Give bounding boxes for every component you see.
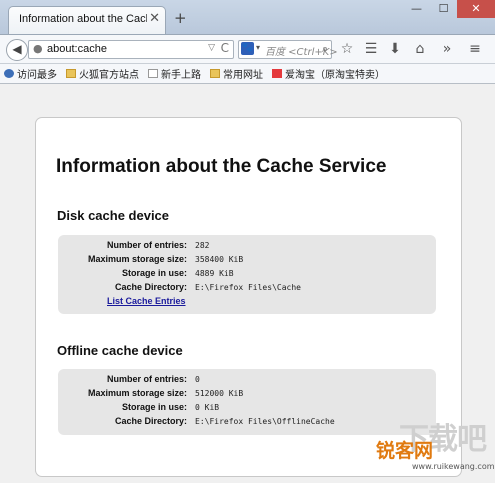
title-bar: Information about the Cache Servi ✕ + — … [0, 0, 495, 34]
info-key: Cache Directory: [114, 282, 187, 292]
info-value: E:\Firefox Files\Cache [195, 283, 301, 292]
tab-cache-info[interactable]: Information about the Cache Servi ✕ [8, 6, 166, 34]
info-key: Maximum storage size: [87, 388, 187, 398]
taobao-icon [272, 69, 282, 78]
tab-title: Information about the Cache Servi [19, 13, 147, 25]
minimize-button[interactable]: — [403, 0, 430, 18]
info-row: Cache Directory: E:\Firefox Files\Cache [58, 282, 436, 295]
home-icon[interactable]: ⌂ [411, 41, 429, 57]
info-value: E:\Firefox Files\OfflineCache [195, 417, 335, 426]
download-icon[interactable]: ⬇ [386, 41, 404, 57]
page-title: Information about the Cache Service [56, 156, 387, 177]
info-value: 0 [195, 375, 200, 384]
close-window-button[interactable]: ✕ [457, 0, 495, 18]
info-value: 4889 KiB [195, 269, 234, 278]
info-row: Number of entries: 0 [58, 374, 436, 387]
info-value: 358400 KiB [195, 255, 244, 264]
info-key: Number of entries: [106, 240, 187, 250]
info-key: Storage in use: [121, 268, 187, 278]
bookmark-most-visited[interactable]: 访问最多 [4, 66, 57, 81]
watermark-logo: 下载吧 锐客网 www.ruikewang.com [372, 412, 495, 480]
list-cache-entries-link[interactable]: List Cache Entries [107, 296, 186, 306]
globe-icon: ● [33, 42, 43, 55]
url-text[interactable]: about:cache [47, 43, 107, 55]
new-tab-button[interactable]: + [174, 11, 187, 26]
url-bar[interactable]: ● about:cache ▽ C [28, 40, 234, 59]
history-dropdown-icon[interactable]: ▽ [208, 43, 215, 53]
info-row: Storage in use: 4889 KiB [58, 268, 436, 281]
back-button[interactable]: ◀ [6, 39, 28, 61]
gear-icon [4, 69, 14, 78]
info-row: Maximum storage size: 512000 KiB [58, 388, 436, 401]
bookmark-getting-started[interactable]: 新手上路 [148, 66, 201, 81]
info-value: 512000 KiB [195, 389, 244, 398]
search-icon[interactable]: ⌕ [322, 42, 328, 56]
bookmark-star-icon[interactable]: ☆ [338, 41, 356, 57]
menu-icon[interactable]: ≡ [466, 41, 484, 57]
bookmark-label: 常用网址 [223, 70, 263, 81]
baidu-engine-icon[interactable]: 🐾 [241, 42, 254, 55]
maximize-button[interactable]: ☐ [430, 0, 457, 18]
info-value: 282 [195, 241, 210, 250]
info-key: Number of entries: [106, 374, 187, 384]
overflow-chevron-icon[interactable]: » [438, 41, 456, 57]
folder-icon [210, 69, 220, 78]
folder-icon [66, 69, 76, 78]
bookmark-label: 访问最多 [17, 70, 57, 81]
navigation-toolbar: ◀ ● about:cache ▽ C 🐾 ▾ 百度 <Ctrl+K> ⌕ ☆ … [0, 34, 495, 64]
bookmark-firefox-sites[interactable]: 火狐官方站点 [66, 66, 139, 81]
info-key: Maximum storage size: [87, 254, 187, 264]
bookmark-label: 爱淘宝（原淘宝特卖） [285, 70, 385, 81]
window-controls: — ☐ ✕ [403, 0, 495, 20]
info-value: 0 KiB [195, 403, 220, 412]
reload-icon[interactable]: C [221, 41, 229, 55]
info-key: Cache Directory: [114, 416, 187, 426]
search-bar[interactable]: 🐾 ▾ 百度 <Ctrl+K> ⌕ [238, 40, 338, 59]
watermark-brand: 锐客网 [376, 440, 434, 462]
info-row: Maximum storage size: 358400 KiB [58, 254, 436, 267]
bookmark-aitaobao[interactable]: 爱淘宝（原淘宝特卖） [272, 66, 385, 81]
bookmarks-toolbar: 访问最多 火狐官方站点 新手上路 常用网址 爱淘宝（原淘宝特卖） [0, 64, 495, 84]
engine-dropdown-icon[interactable]: ▾ [256, 43, 260, 52]
close-tab-icon[interactable]: ✕ [149, 11, 160, 26]
reading-list-icon[interactable]: ☰ [362, 41, 380, 57]
disk-cache-info: Number of entries: 282 Maximum storage s… [58, 235, 436, 314]
bookmark-label: 火狐官方站点 [79, 70, 139, 81]
info-row: Number of entries: 282 [58, 240, 436, 253]
info-key: Storage in use: [121, 402, 187, 412]
bookmark-label: 新手上路 [161, 70, 201, 81]
offline-cache-heading: Offline cache device [57, 343, 183, 358]
watermark-url: www.ruikewang.com [412, 462, 495, 471]
disk-cache-heading: Disk cache device [57, 208, 170, 223]
page-icon [148, 69, 158, 78]
bookmark-common-sites[interactable]: 常用网址 [210, 66, 263, 81]
